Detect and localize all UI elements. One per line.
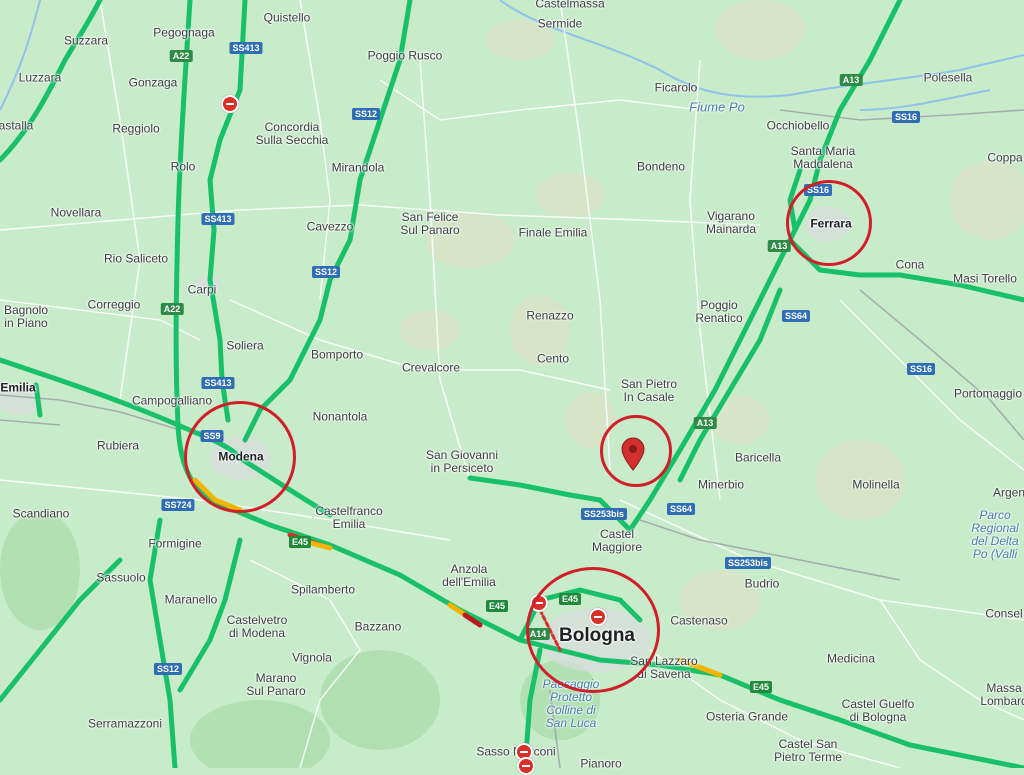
place-label: Sassuolo bbox=[96, 570, 146, 585]
road-closure-icon[interactable] bbox=[517, 757, 535, 775]
place-label: Serramazzoni bbox=[87, 716, 163, 731]
place-label: Quistello bbox=[263, 10, 311, 25]
place-label: Campogalliano bbox=[131, 393, 213, 408]
place-label: Castel Guelfo di Bologna bbox=[841, 697, 915, 724]
place-label: Rio Saliceto bbox=[103, 251, 169, 266]
road-shield: SS724 bbox=[161, 499, 195, 511]
highlight-circle-bologna bbox=[526, 567, 660, 693]
place-label: Anzola dell'Emilia bbox=[442, 562, 496, 589]
road-shield: SS253bis bbox=[580, 508, 628, 520]
place-label: San Giovanni in Persiceto bbox=[425, 448, 499, 475]
place-label: Crevalcore bbox=[401, 360, 461, 375]
road-shield: SS12 bbox=[351, 108, 381, 120]
place-label: Budrio bbox=[744, 576, 780, 591]
highlight-circle-modena bbox=[184, 401, 296, 513]
road-shield: E45 bbox=[749, 681, 773, 693]
place-label: Castelmassa bbox=[535, 0, 605, 11]
place-label: Argen bbox=[992, 485, 1024, 500]
road-shield: A13 bbox=[839, 74, 863, 86]
place-label: Bondeno bbox=[636, 159, 686, 174]
place-label: Castelfranco Emilia bbox=[315, 504, 383, 531]
place-label: Cento bbox=[536, 351, 570, 366]
place-label: Minerbio bbox=[697, 477, 745, 492]
place-label: Maranello bbox=[164, 592, 218, 607]
place-label: Castel Maggiore bbox=[591, 527, 643, 554]
place-label: Poggio Rusco bbox=[367, 48, 443, 63]
place-label: Rolo bbox=[170, 159, 196, 174]
place-label: Novellara bbox=[50, 205, 102, 220]
place-label: Nonantola bbox=[312, 409, 368, 424]
road-shield: SS12 bbox=[311, 266, 341, 278]
place-label: Occhiobello bbox=[766, 118, 830, 133]
place-label: Scandiano bbox=[12, 506, 70, 521]
place-label: Castenaso bbox=[670, 613, 728, 628]
place-label: Cona bbox=[895, 257, 925, 272]
road-shield: SS413 bbox=[201, 377, 235, 389]
road-shield: SS413 bbox=[201, 213, 235, 225]
place-label: Poggio Renatico bbox=[695, 298, 743, 325]
place-label: Baricella bbox=[734, 450, 782, 465]
road-shield: SS64 bbox=[666, 503, 696, 515]
place-label: Pianoro bbox=[580, 756, 622, 771]
place-label: Ficarolo bbox=[654, 80, 698, 95]
place-label: Pegognaga bbox=[153, 25, 215, 40]
place-label: Gonzaga bbox=[128, 75, 178, 90]
place-label: Suzzara bbox=[63, 33, 109, 48]
road-shield: SS12 bbox=[153, 663, 183, 675]
road-shield: SS413 bbox=[229, 42, 263, 54]
place-label: Rubiera bbox=[96, 438, 140, 453]
road-shield: A22 bbox=[160, 303, 184, 315]
place-label: Santa Maria Maddalena bbox=[790, 144, 856, 171]
road-shield: A22 bbox=[169, 50, 193, 62]
place-label: Consel bbox=[985, 606, 1023, 621]
place-label: Castel San Pietro Terme bbox=[774, 737, 842, 764]
road-shield: SS253bis bbox=[724, 557, 772, 569]
place-label: Carpi bbox=[187, 282, 217, 297]
road-closure-icon[interactable] bbox=[221, 95, 239, 113]
place-label: Correggio bbox=[87, 297, 141, 312]
place-label: Formigine bbox=[148, 536, 202, 551]
place-label: Renazzo bbox=[526, 308, 574, 323]
road-shield: A13 bbox=[767, 240, 791, 252]
place-label: Spilamberto bbox=[290, 582, 356, 597]
river-label-fiume-po: Fiume Po bbox=[689, 99, 745, 115]
place-label: Soliera bbox=[226, 338, 264, 353]
place-label: Reggiolo bbox=[112, 121, 160, 136]
map-canvas[interactable]: Castelmassa Sermide Quistello Suzzara Pe… bbox=[0, 0, 1024, 775]
place-label-emilia: Emilia bbox=[0, 380, 36, 395]
road-shield: SS16 bbox=[906, 363, 936, 375]
road-shield: E45 bbox=[485, 600, 509, 612]
place-label: Coppa bbox=[987, 150, 1023, 165]
place-label: Bagnolo in Piano bbox=[3, 303, 49, 330]
place-label: Finale Emilia bbox=[518, 225, 588, 240]
place-label: Marano Sul Panaro bbox=[246, 671, 306, 698]
place-label: Concordia Sulla Secchia bbox=[255, 120, 329, 147]
place-label: Osteria Grande bbox=[705, 709, 789, 724]
place-label: Castelvetro di Modena bbox=[226, 613, 288, 640]
highlight-circle-ferrara bbox=[786, 180, 872, 266]
place-label: Sermide bbox=[537, 16, 583, 31]
place-label: Medicina bbox=[826, 651, 876, 666]
place-label: Vigarano Mainarda bbox=[705, 209, 757, 236]
place-label: Polesella bbox=[923, 70, 973, 85]
place-label: San Felice Sul Panaro bbox=[400, 210, 460, 237]
place-label: San Pietro In Casale bbox=[620, 377, 678, 404]
road-shield: A13 bbox=[693, 417, 717, 429]
place-label: Molinella bbox=[852, 477, 900, 492]
place-label: astalla bbox=[0, 118, 34, 133]
road-shield: SS64 bbox=[781, 310, 811, 322]
park-label: Parco Regional del Delta Po (Valli bbox=[971, 508, 1019, 561]
place-label: Bazzano bbox=[354, 619, 402, 634]
place-label: Luzzara bbox=[18, 70, 62, 85]
place-label: Portomaggio bbox=[953, 386, 1023, 401]
place-label: Mirandola bbox=[331, 160, 385, 175]
road-shield: E45 bbox=[288, 536, 312, 548]
place-label: Masi Torello bbox=[953, 271, 1017, 286]
place-label: Bomporto bbox=[310, 347, 364, 362]
highlight-circle-pin bbox=[600, 415, 672, 487]
place-label: Vignola bbox=[292, 650, 332, 665]
place-label: Cavezzo bbox=[306, 219, 354, 234]
place-label: Massa Lombard bbox=[980, 681, 1024, 708]
road-shield: SS16 bbox=[891, 111, 921, 123]
